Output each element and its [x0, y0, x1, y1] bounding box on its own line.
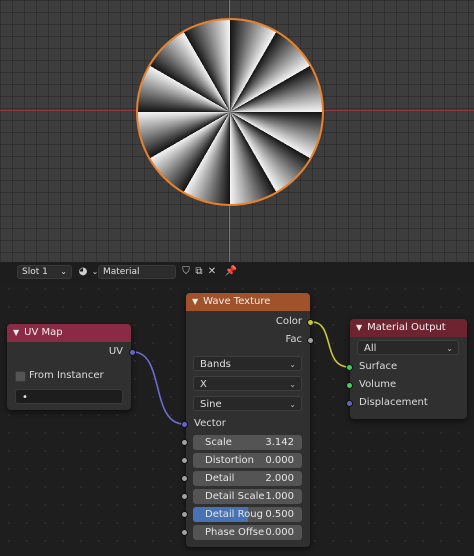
detail-scale-input-socket[interactable]: [181, 493, 188, 500]
material-output-node[interactable]: ▼ Material Output All ⌄ Surface Volume Dis…: [350, 319, 467, 419]
wave-texture-header[interactable]: ▼ Wave Texture: [186, 293, 310, 311]
detail-scale-label: Detail Scale: [205, 491, 265, 502]
3d-viewport[interactable]: [0, 0, 474, 262]
from-instancer-label: From Instancer: [29, 370, 104, 381]
detail-scale-field[interactable]: Detail Scale 1.000: [193, 489, 302, 504]
material-name: Material: [103, 267, 140, 277]
fac-output-socket[interactable]: [307, 337, 314, 344]
chevron-down-icon[interactable]: ▼: [13, 324, 19, 342]
node-editor-header: Slot 1 ⌄ ◕ ⌄ Material ⛉ ⧉ ✕ 📌: [0, 262, 474, 282]
uv-output-socket[interactable]: [129, 349, 136, 356]
scale-label: Scale: [205, 437, 232, 448]
distortion-value: 0.000: [265, 455, 294, 466]
phase-offset-input-socket[interactable]: [181, 529, 188, 536]
chevron-down-icon[interactable]: ▼: [192, 293, 198, 311]
material-output-title: Material Output: [367, 322, 446, 333]
scale-input-socket[interactable]: [181, 439, 188, 446]
chevron-down-icon: ⌄: [289, 380, 296, 389]
fake-user-shield-icon[interactable]: ⛉: [179, 265, 193, 279]
chevron-down-icon: ⌄: [446, 344, 453, 353]
slot-dropdown[interactable]: Slot 1 ⌄: [17, 265, 72, 279]
wave-type-value: Bands: [200, 359, 231, 370]
chevron-down-icon[interactable]: ▼: [356, 319, 362, 337]
profile-value: Sine: [200, 399, 222, 410]
selected-disc-object[interactable]: [136, 18, 324, 206]
uv-map-node[interactable]: ▼ UV Map UV From Instancer •: [7, 324, 131, 410]
material-output-header[interactable]: ▼ Material Output: [350, 319, 467, 337]
uv-map-header[interactable]: ▼ UV Map: [7, 324, 131, 342]
detail-roughness-value: 0.500: [265, 509, 294, 520]
slot-label: Slot 1: [22, 267, 48, 277]
target-value: All: [364, 343, 377, 354]
distortion-input-socket[interactable]: [181, 457, 188, 464]
vector-input-socket[interactable]: [181, 421, 188, 428]
uv-map-title: UV Map: [24, 327, 63, 338]
detail-field[interactable]: Detail 2.000: [193, 471, 302, 486]
vector-input-label: Vector: [194, 418, 226, 429]
color-output-socket[interactable]: [307, 319, 314, 326]
chevron-down-icon: ⌄: [60, 267, 67, 276]
displacement-input-label: Displacement: [359, 397, 428, 408]
detail-label: Detail: [205, 473, 235, 484]
color-output-label: Color: [275, 316, 302, 327]
target-dropdown[interactable]: All ⌄: [357, 340, 459, 355]
detail-scale-value: 1.000: [265, 491, 294, 502]
wave-texture-title: Wave Texture: [203, 296, 271, 307]
surface-input-socket[interactable]: [346, 364, 353, 371]
wave-texture-node[interactable]: ▼ Wave Texture Color Fac Bands ⌄ X ⌄ Sine ⌄ …: [186, 293, 310, 547]
detail-roughness-slider[interactable]: Detail Roug 0.500: [193, 507, 302, 522]
phase-offset-label: Phase Offse: [205, 527, 265, 538]
profile-dropdown[interactable]: Sine ⌄: [193, 396, 302, 411]
distortion-field[interactable]: Distortion 0.000: [193, 453, 302, 468]
pin-icon[interactable]: 📌: [224, 265, 238, 279]
scale-field[interactable]: Scale 3.142: [193, 435, 302, 450]
detail-roughness-label: Detail Roug: [205, 509, 263, 520]
fac-output-label: Fac: [285, 334, 302, 345]
detail-value: 2.000: [265, 473, 294, 484]
volume-input-label: Volume: [359, 379, 397, 390]
volume-input-socket[interactable]: [346, 382, 353, 389]
surface-input-label: Surface: [359, 361, 398, 372]
detail-input-socket[interactable]: [181, 475, 188, 482]
displacement-input-socket[interactable]: [346, 400, 353, 407]
uv-output-label: UV: [108, 346, 123, 357]
material-name-field[interactable]: Material: [98, 265, 176, 279]
from-instancer-checkbox[interactable]: [15, 371, 26, 382]
close-icon[interactable]: ✕: [205, 265, 219, 279]
wave-type-dropdown[interactable]: Bands ⌄: [193, 356, 302, 371]
scale-value: 3.142: [265, 437, 294, 448]
duplicate-icon[interactable]: ⧉: [192, 265, 206, 279]
chevron-down-icon: ⌄: [289, 360, 296, 369]
phase-offset-value: 0.000: [265, 527, 294, 538]
distortion-label: Distortion: [205, 455, 254, 466]
direction-dropdown[interactable]: X ⌄: [193, 376, 302, 391]
detail-roughness-input-socket[interactable]: [181, 511, 188, 518]
direction-value: X: [200, 379, 207, 390]
chevron-down-icon: ⌄: [289, 400, 296, 409]
uv-map-name-field[interactable]: •: [15, 389, 123, 404]
phase-offset-field[interactable]: Phase Offse 0.000: [193, 525, 302, 540]
